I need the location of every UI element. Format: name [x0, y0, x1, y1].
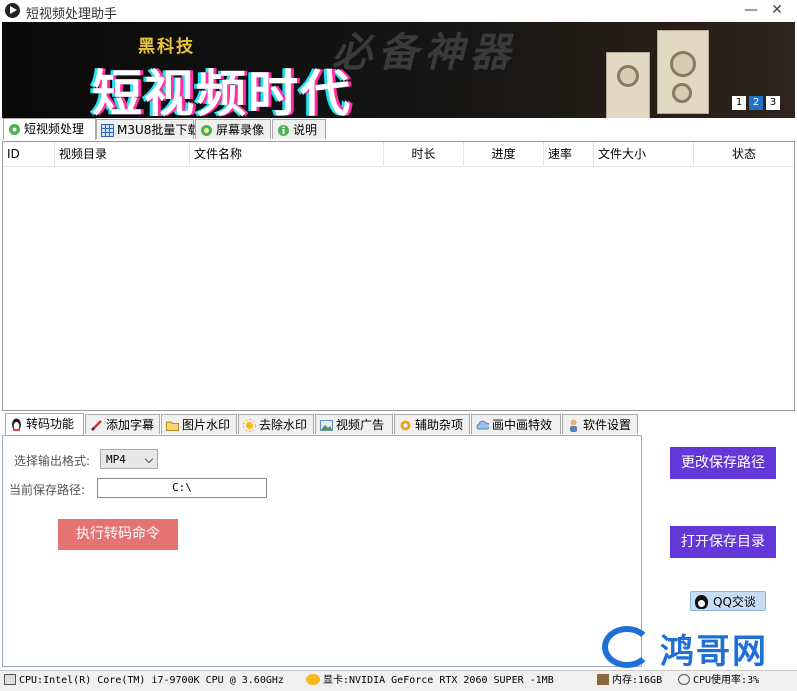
- column-header-filename[interactable]: 文件名称: [190, 142, 384, 166]
- tab-add-subtitle[interactable]: 添加字幕: [85, 414, 160, 434]
- column-header-filesize[interactable]: 文件大小: [594, 142, 694, 166]
- banner-title: 短视频时代: [92, 65, 352, 118]
- pen-icon: [90, 418, 103, 431]
- memory-icon: [597, 674, 609, 685]
- tab-m3u8-download[interactable]: M3U8批量下载: [96, 119, 199, 139]
- site-watermark: 鸿哥网: [598, 624, 797, 672]
- tab-image-watermark[interactable]: 图片水印: [161, 414, 237, 434]
- tab-auxiliary[interactable]: 辅助杂项: [394, 414, 470, 434]
- tab-video-ads[interactable]: 视频广告: [315, 414, 393, 434]
- status-gpu: 显卡:NVIDIA GeForce RTX 2060 SUPER -1MB: [306, 671, 554, 691]
- chevron-down-icon: [144, 454, 154, 464]
- tab-video-processing[interactable]: 短视频处理: [3, 118, 96, 140]
- column-header-progress[interactable]: 进度: [464, 142, 544, 166]
- penguin-icon: [10, 417, 23, 431]
- window-title: 短视频处理助手: [26, 7, 118, 22]
- tools-icon: [399, 418, 412, 431]
- list-header: ID 视频目录 文件名称 时长 进度 速率 文件大小 状态: [3, 142, 794, 167]
- status-memory: 内存:16GB: [597, 671, 662, 691]
- watermark-text: 鸿哥网: [660, 632, 768, 672]
- tab-software-settings[interactable]: 软件设置: [562, 414, 638, 434]
- qq-chat-button[interactable]: QQ交谈: [690, 591, 766, 611]
- user-icon: [567, 418, 580, 432]
- execute-transcode-button[interactable]: 执行转码命令: [58, 519, 178, 550]
- tab-remove-watermark[interactable]: 去除水印: [238, 414, 314, 434]
- cpu-chip-icon: [4, 674, 16, 685]
- format-label: 选择输出格式:: [14, 454, 91, 468]
- banner-page-3[interactable]: 3: [766, 96, 780, 110]
- app-play-icon: [5, 3, 20, 18]
- landscape-icon: [320, 418, 333, 431]
- tab-pip-effect[interactable]: 画中画特效: [471, 414, 561, 434]
- column-header-duration[interactable]: 时长: [384, 142, 464, 166]
- qq-penguin-icon: [695, 595, 708, 609]
- cpu-usage-icon: [678, 674, 690, 685]
- status-bar: CPU:Intel(R) Core(TM) i7-9700K CPU @ 3.6…: [0, 670, 797, 691]
- tab-transcode[interactable]: 转码功能: [5, 413, 84, 435]
- grid-icon: [101, 123, 114, 137]
- video-task-list[interactable]: ID 视频目录 文件名称 时长 进度 速率 文件大小 状态: [2, 141, 795, 411]
- open-save-directory-button[interactable]: 打开保存目录: [670, 526, 776, 558]
- title-bar: 短视频处理助手 — ✕: [0, 0, 797, 22]
- sun-icon: [243, 418, 256, 432]
- change-save-path-button[interactable]: 更改保存路径: [670, 447, 776, 479]
- output-format-select[interactable]: MP4: [100, 449, 158, 469]
- column-header-id[interactable]: ID: [3, 142, 55, 166]
- banner-page-2[interactable]: 2: [749, 96, 763, 110]
- save-path-field[interactable]: C:\: [97, 478, 267, 498]
- column-header-speed[interactable]: 速率: [544, 142, 594, 166]
- watermark-logo-icon: [602, 626, 652, 668]
- radio-device-image: [606, 52, 650, 118]
- folder-icon: [166, 418, 179, 431]
- video-gear-icon: [8, 122, 21, 135]
- banner[interactable]: 必备神器 黑科技 短视频时代 1 2 3: [2, 22, 795, 118]
- tab-screen-record[interactable]: 屏幕录像: [195, 119, 271, 139]
- gpu-icon: [306, 674, 320, 685]
- column-header-directory[interactable]: 视频目录: [55, 142, 190, 166]
- column-header-status[interactable]: 状态: [694, 142, 794, 166]
- tab-instructions[interactable]: 说明: [272, 119, 326, 139]
- transcode-panel: [2, 435, 642, 667]
- info-icon: [277, 123, 290, 136]
- cassette-device-image: [657, 30, 709, 114]
- close-button[interactable]: ✕: [762, 0, 792, 22]
- cloud-icon: [476, 418, 491, 431]
- status-cpu-usage: CPU使用率:3%: [678, 671, 759, 691]
- status-cpu: CPU:Intel(R) Core(TM) i7-9700K CPU @ 3.6…: [4, 671, 284, 691]
- banner-page-1[interactable]: 1: [732, 96, 746, 110]
- banner-background-text: 必备神器: [332, 30, 516, 76]
- record-icon: [200, 123, 213, 136]
- save-path-label: 当前保存路径:: [9, 483, 86, 497]
